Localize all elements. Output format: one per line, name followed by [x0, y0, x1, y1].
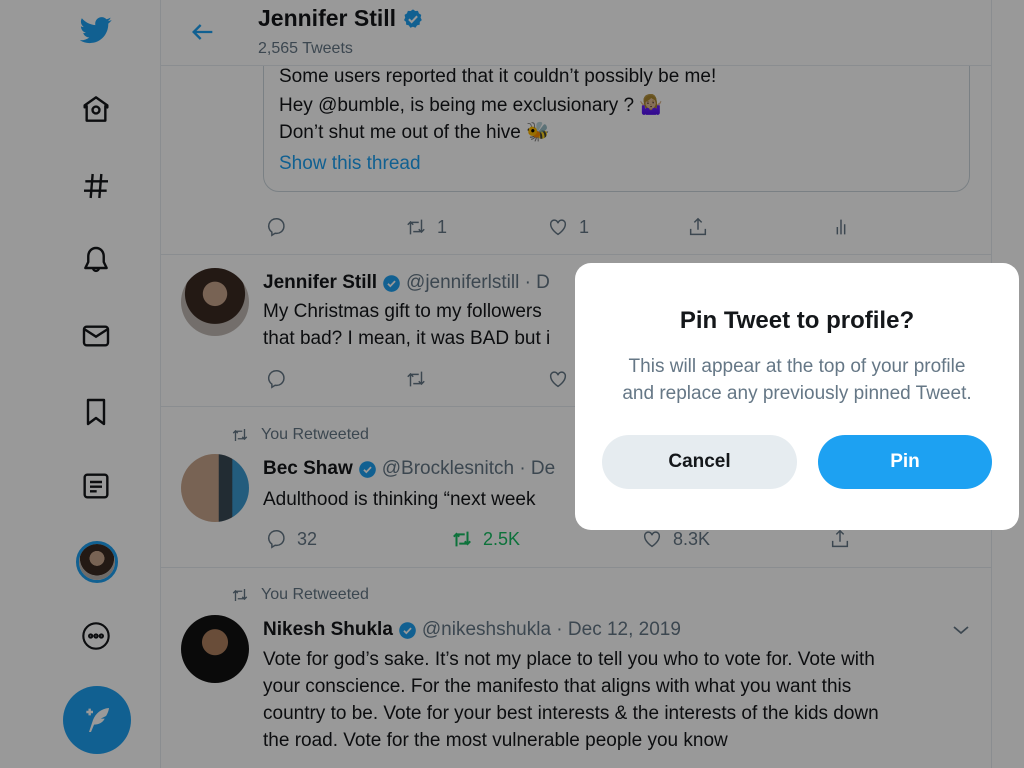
pin-button[interactable]: Pin	[818, 435, 992, 489]
pin-tweet-dialog: Pin Tweet to profile? This will appear a…	[575, 263, 1019, 530]
cancel-button[interactable]: Cancel	[602, 435, 797, 489]
dialog-title: Pin Tweet to profile?	[679, 307, 915, 334]
dialog-message: This will appear at the top of your prof…	[622, 356, 972, 404]
